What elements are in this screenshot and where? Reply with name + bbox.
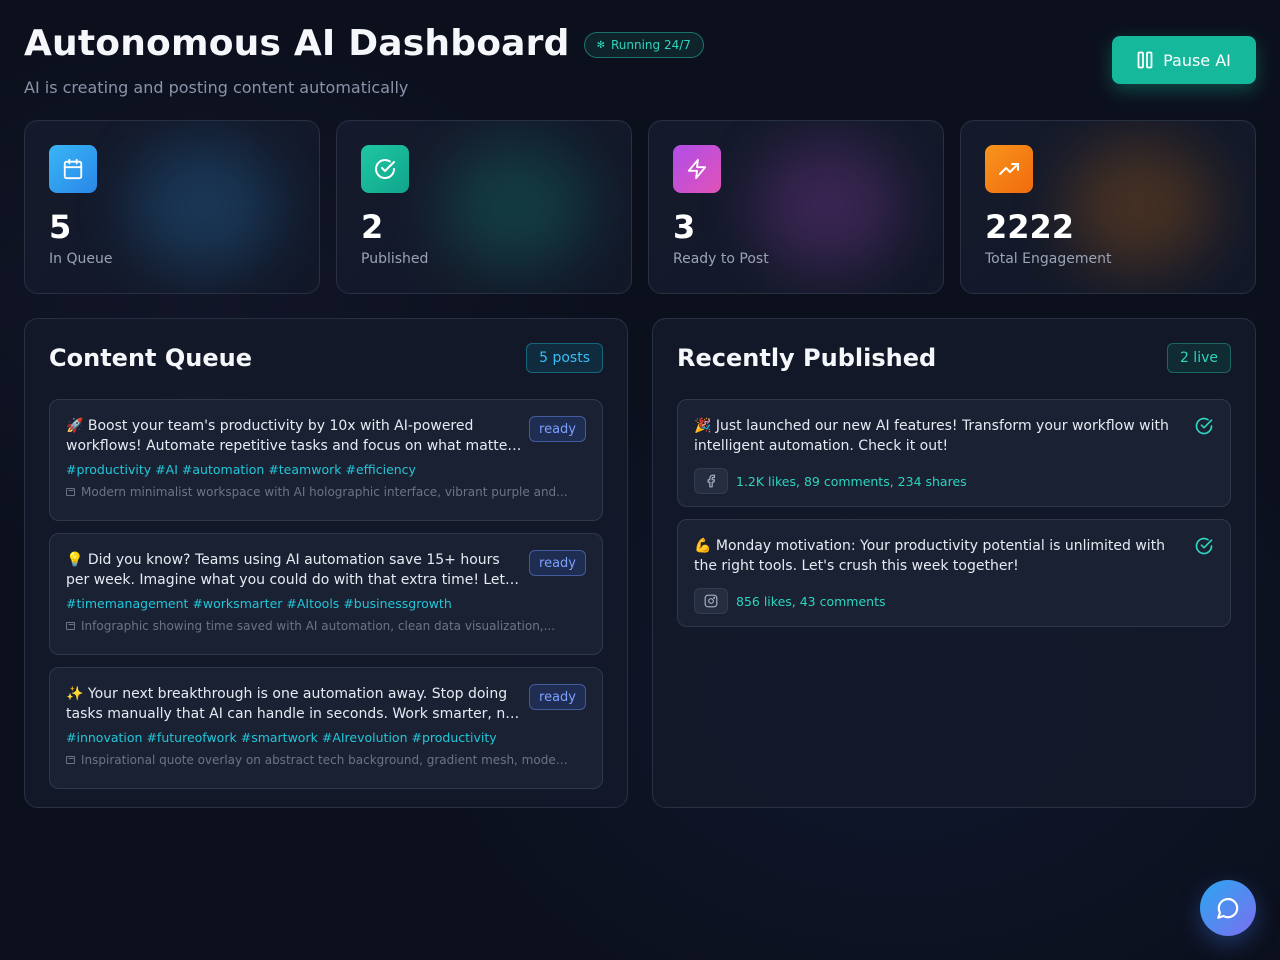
queue-item[interactable]: ✨ Your next breakthrough is one automati… (49, 667, 603, 789)
chat-bubble-icon (1217, 897, 1239, 919)
post-text: 🚀 Boost your team's productivity by 10x … (66, 418, 521, 454)
check-circle-icon (1195, 417, 1213, 435)
hashtag[interactable]: #innovation (66, 730, 142, 745)
post-text: 💡 Did you know? Teams using AI automatio… (66, 552, 517, 588)
calendar-icon (49, 145, 97, 193)
queue-item[interactable]: 💡 Did you know? Teams using AI automatio… (49, 533, 603, 655)
image-icon (66, 488, 75, 496)
page-subtitle: AI is creating and posting content autom… (24, 78, 409, 97)
queue-list: 🚀 Boost your team's productivity by 10x … (49, 399, 603, 789)
panel-title: Recently Published (677, 344, 937, 372)
dashboard-header: Autonomous AI Dashboard ✻ Running 24/7 A… (24, 22, 1256, 102)
engagement-stats: 856 likes, 43 comments (736, 593, 886, 609)
queue-item[interactable]: 🚀 Boost your team's productivity by 10x … (49, 399, 603, 521)
image-description-text: Infographic showing time saved with AI a… (81, 619, 556, 633)
stat-value: 2 (361, 208, 384, 246)
hashtag[interactable]: #efficiency (345, 462, 415, 477)
pause-ai-label: Pause AI (1163, 50, 1231, 70)
check-circle-icon (1195, 537, 1213, 555)
hashtags: #innovation #futureofwork #smartwork #AI… (66, 730, 586, 745)
image-icon (66, 756, 75, 764)
image-description: Modern minimalist workspace with AI holo… (66, 485, 586, 499)
panel-header: Recently Published 2 live (677, 343, 1231, 373)
hashtags: #timemanagement #worksmarter #AItools #b… (66, 596, 586, 611)
stat-value: 3 (673, 208, 696, 246)
hashtag[interactable]: #AItools (286, 596, 339, 611)
published-item[interactable]: 💪 Monday motivation: Your productivity p… (677, 519, 1231, 627)
instagram-icon (694, 588, 728, 614)
published-item[interactable]: 🎉 Just launched our new AI features! Tra… (677, 399, 1231, 507)
stat-label: Ready to Post (673, 251, 769, 267)
stat-card-published: 2 Published (336, 120, 632, 294)
engagement-row: 856 likes, 43 comments (694, 588, 1214, 614)
stat-card-ready-to-post: 3 Ready to Post (648, 120, 944, 294)
published-list: 🎉 Just launched our new AI features! Tra… (677, 399, 1231, 627)
image-icon (66, 622, 75, 630)
stat-value: 2222 (985, 208, 1075, 246)
post-text: 💪 Monday motivation: Your productivity p… (694, 538, 1166, 574)
image-description-text: Inspirational quote overlay on abstract … (81, 753, 571, 767)
hashtag[interactable]: #productivity (412, 730, 497, 745)
panel-header: Content Queue 5 posts (49, 343, 603, 373)
recently-published-panel: Recently Published 2 live 🎉 Just launche… (652, 318, 1256, 808)
trending-up-icon (985, 145, 1033, 193)
hashtag[interactable]: #smartwork (241, 730, 318, 745)
chat-button[interactable] (1200, 880, 1256, 936)
hashtag[interactable]: #timemanagement (66, 596, 188, 611)
hashtag[interactable]: #businessgrowth (343, 596, 451, 611)
post-text: 🎉 Just launched our new AI features! Tra… (694, 418, 1169, 454)
stat-label: Published (361, 251, 429, 267)
pause-icon (1137, 51, 1153, 69)
sparkle-icon: ✻ (596, 39, 605, 51)
page-title: Autonomous AI Dashboard (24, 23, 570, 64)
status-badge-label: Running 24/7 (610, 38, 691, 52)
hashtags: #productivity #AI #automation #teamwork … (66, 462, 586, 477)
engagement-row: 1.2K likes, 89 comments, 234 shares (694, 468, 1214, 494)
panel-title: Content Queue (49, 344, 252, 372)
title-row: Autonomous AI Dashboard ✻ Running 24/7 (24, 22, 1256, 66)
check-circle-icon (361, 145, 409, 193)
status-pill: ready (529, 684, 586, 710)
hashtag[interactable]: #AIrevolution (322, 730, 408, 745)
stat-card-in-queue: 5 In Queue (24, 120, 320, 294)
image-description: Infographic showing time saved with AI a… (66, 619, 586, 633)
facebook-icon (694, 468, 728, 494)
lightning-icon (673, 145, 721, 193)
stat-card-total-engagement: 2222 Total Engagement (960, 120, 1256, 294)
status-badge: ✻ Running 24/7 (583, 32, 704, 58)
content-queue-panel: Content Queue 5 posts 🚀 Boost your team'… (24, 318, 628, 808)
hashtag[interactable]: #worksmarter (192, 596, 282, 611)
hashtag[interactable]: #futureofwork (146, 730, 236, 745)
post-text: ✨ Your next breakthrough is one automati… (66, 686, 520, 722)
status-pill: ready (529, 416, 586, 442)
stat-label: In Queue (49, 251, 113, 267)
stat-label: Total Engagement (985, 251, 1112, 267)
hashtag[interactable]: #teamwork (268, 462, 341, 477)
status-pill: ready (529, 550, 586, 576)
image-description-text: Modern minimalist workspace with AI holo… (81, 485, 568, 499)
stat-value: 5 (49, 208, 72, 246)
image-description: Inspirational quote overlay on abstract … (66, 753, 586, 767)
queue-count-badge: 5 posts (526, 343, 603, 373)
hashtag[interactable]: #automation (182, 462, 264, 477)
live-count-badge: 2 live (1166, 343, 1231, 373)
engagement-stats: 1.2K likes, 89 comments, 234 shares (736, 473, 967, 489)
pause-ai-button[interactable]: Pause AI (1112, 36, 1256, 84)
hashtag[interactable]: #AI (155, 462, 178, 477)
stats-row: 5 In Queue 2 Published 3 Ready to Post 2… (24, 120, 1256, 294)
hashtag[interactable]: #productivity (66, 462, 151, 477)
